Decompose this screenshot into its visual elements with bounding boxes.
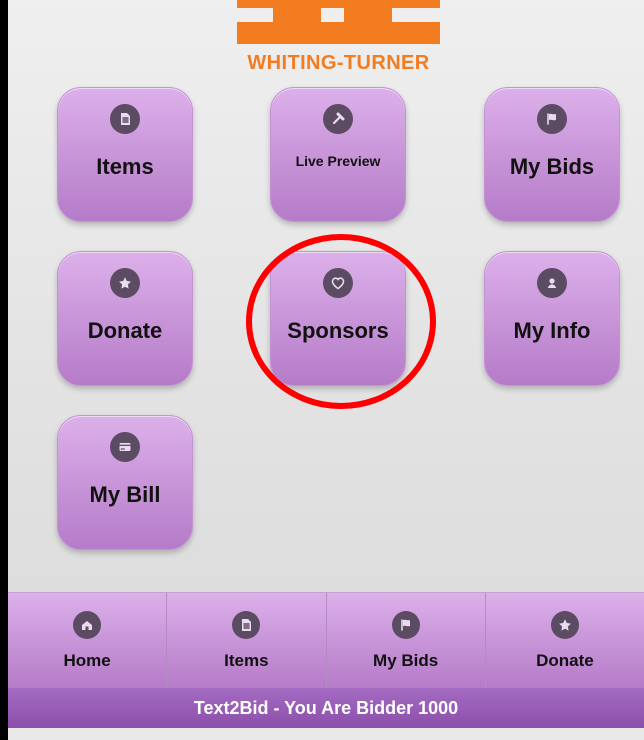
tab-items-label: Items xyxy=(224,651,269,670)
flag-icon xyxy=(391,611,420,639)
logo-shape-notch-right xyxy=(344,8,392,22)
tab-my-bids[interactable]: My Bids xyxy=(327,593,486,688)
tab-donate[interactable]: Donate xyxy=(486,593,644,688)
app-frame: WHITING-TURNER Items Live Preview My Bid… xyxy=(0,0,644,740)
bottom-tab-bar: Home Items My Bids Donate xyxy=(8,592,644,688)
tile-items-label: Items xyxy=(96,154,154,179)
logo-shape-notch-left xyxy=(273,8,321,22)
document-icon xyxy=(110,104,140,134)
tile-live-preview[interactable]: Live Preview xyxy=(270,87,406,222)
star-icon xyxy=(110,268,140,298)
tile-sponsors-label: Sponsors xyxy=(287,318,389,343)
tab-items[interactable]: Items xyxy=(167,593,327,688)
tile-live-preview-label: Live Preview xyxy=(295,153,381,169)
star-icon xyxy=(550,611,579,639)
logo-shape-bottom xyxy=(237,22,440,44)
tile-my-bids[interactable]: My Bids xyxy=(484,87,620,222)
bidder-status-banner: Text2Bid - You Are Bidder 1000 xyxy=(8,688,644,728)
tab-home[interactable]: Home xyxy=(8,593,168,688)
tile-my-bill[interactable]: My Bill xyxy=(57,415,193,550)
tile-donate[interactable]: Donate xyxy=(57,251,193,386)
tile-my-info[interactable]: My Info xyxy=(484,251,620,386)
logo-shape-top xyxy=(237,0,440,8)
person-icon xyxy=(537,268,567,298)
tile-items[interactable]: Items xyxy=(57,87,193,222)
heart-icon xyxy=(323,268,353,298)
tile-donate-label: Donate xyxy=(87,318,163,343)
home-icon xyxy=(73,611,102,639)
app-screen: WHITING-TURNER Items Live Preview My Bid… xyxy=(8,0,644,740)
card-icon xyxy=(110,432,140,462)
gavel-icon xyxy=(323,104,353,134)
tile-my-bids-label: My Bids xyxy=(509,154,595,179)
tile-sponsors[interactable]: Sponsors xyxy=(270,251,406,386)
logo-text: WHITING-TURNER xyxy=(247,52,430,74)
tab-my-bids-label: My Bids xyxy=(373,651,439,670)
document-icon xyxy=(232,611,261,639)
bottom-strip xyxy=(8,728,644,740)
flag-icon xyxy=(537,104,567,134)
tile-my-bill-label: My Bill xyxy=(89,482,161,507)
tab-donate-label: Donate xyxy=(536,651,594,670)
tab-home-label: Home xyxy=(63,651,111,670)
tile-my-info-label: My Info xyxy=(513,318,591,343)
